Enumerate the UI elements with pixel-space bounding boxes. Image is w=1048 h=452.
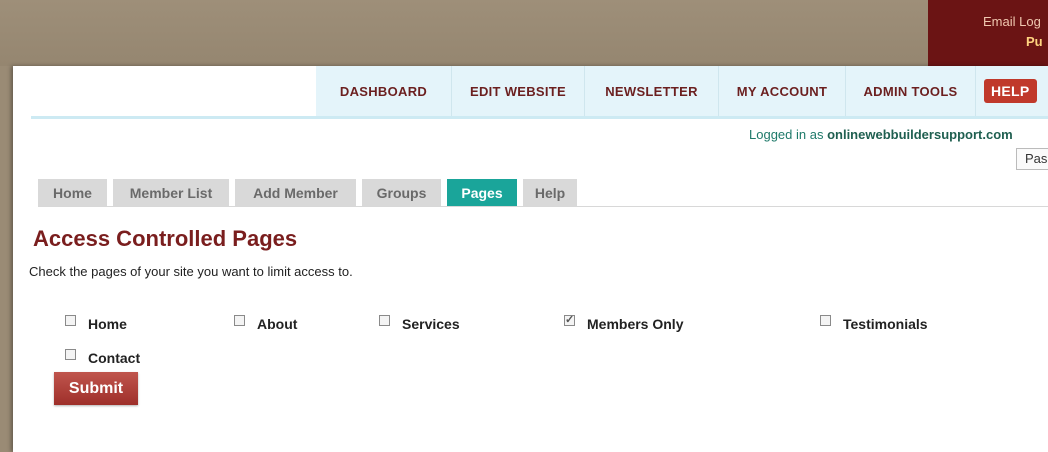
background-header	[0, 0, 1048, 66]
page-option-members-only[interactable]: ✓ Members Only	[564, 314, 684, 332]
tab-pages[interactable]: Pages	[447, 179, 517, 206]
publish-link[interactable]: Pu	[1026, 34, 1043, 49]
logged-in-status: Logged in as onlinewebbuildersupport.com	[749, 127, 1013, 142]
page-label-contact: Contact	[88, 350, 141, 366]
tabs-divider	[38, 206, 1048, 207]
nav-divider	[31, 116, 1048, 119]
nav-help-container: HELP	[976, 66, 1048, 116]
submit-button[interactable]: Submit	[54, 372, 138, 405]
page-label-home: Home	[88, 316, 127, 332]
nav-my-account[interactable]: MY ACCOUNT	[719, 66, 846, 116]
logged-in-username: onlinewebbuildersupport.com	[827, 127, 1013, 142]
page-label-services: Services	[402, 316, 460, 332]
page-label-testimonials: Testimonials	[843, 316, 928, 332]
top-navigation: DASHBOARD EDIT WEBSITE NEWSLETTER MY ACC…	[316, 66, 1048, 116]
page-title: Access Controlled Pages	[33, 226, 298, 251]
checkbox-testimonials[interactable]	[820, 314, 831, 326]
section-tabs: Home Member List Add Member Groups Pages…	[38, 179, 583, 206]
page-option-contact[interactable]: Contact	[65, 348, 141, 366]
main-card: DASHBOARD EDIT WEBSITE NEWSLETTER MY ACC…	[13, 66, 1048, 452]
checkbox-contact[interactable]	[65, 348, 76, 360]
checkbox-about[interactable]	[234, 314, 245, 326]
page-label-members-only: Members Only	[587, 316, 684, 332]
nav-dashboard[interactable]: DASHBOARD	[316, 66, 452, 116]
checkbox-home[interactable]	[65, 314, 76, 326]
tab-member-list[interactable]: Member List	[113, 179, 229, 206]
checkbox-services[interactable]	[379, 314, 390, 326]
email-login-link[interactable]: Email Log	[983, 14, 1041, 29]
nav-admin-tools[interactable]: ADMIN TOOLS	[846, 66, 976, 116]
nav-edit-website[interactable]: EDIT WEBSITE	[452, 66, 585, 116]
help-button[interactable]: HELP	[984, 79, 1037, 103]
page-option-testimonials[interactable]: Testimonials	[820, 314, 928, 332]
page-option-services[interactable]: Services	[379, 314, 460, 332]
tab-help[interactable]: Help	[523, 179, 577, 206]
tab-add-member[interactable]: Add Member	[235, 179, 356, 206]
top-right-panel	[928, 0, 1048, 66]
nav-newsletter[interactable]: NEWSLETTER	[585, 66, 719, 116]
tab-groups[interactable]: Groups	[362, 179, 441, 206]
page-option-home[interactable]: Home	[65, 314, 127, 332]
password-button[interactable]: Pas	[1016, 148, 1048, 170]
page-option-about[interactable]: About	[234, 314, 298, 332]
checkbox-members-only[interactable]: ✓	[564, 314, 575, 326]
logged-in-label: Logged in as	[749, 127, 828, 142]
page-instructions: Check the pages of your site you want to…	[29, 264, 353, 279]
tab-home[interactable]: Home	[38, 179, 107, 206]
page-label-about: About	[257, 316, 298, 332]
